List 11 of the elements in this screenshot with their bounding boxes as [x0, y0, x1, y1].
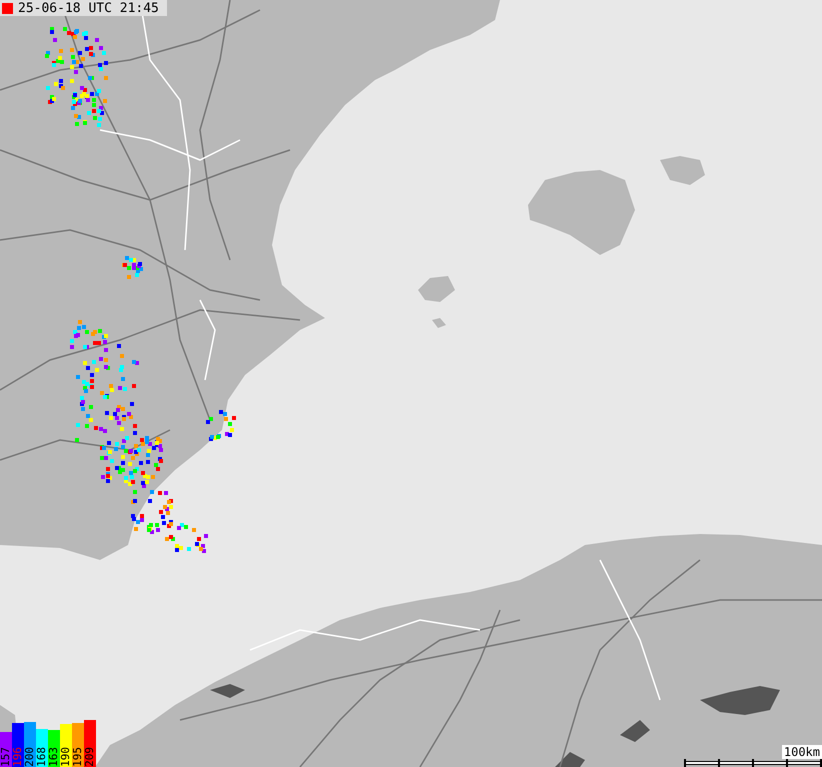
legend-bar: 168: [36, 729, 48, 767]
legend-bar: 209: [84, 720, 96, 767]
legend-bar: 157: [0, 732, 12, 767]
legend-bar: 190: [60, 724, 72, 767]
legend-bar: 163: [48, 730, 60, 767]
timestamp-text: 25-06-18 UTC 21:45: [18, 0, 159, 16]
scale-label: 100km: [782, 745, 822, 759]
marker-square: [2, 2, 13, 14]
legend-bar: 200: [24, 722, 36, 767]
legend-bar: 195: [72, 723, 84, 767]
legend-bar: 196: [12, 722, 24, 767]
